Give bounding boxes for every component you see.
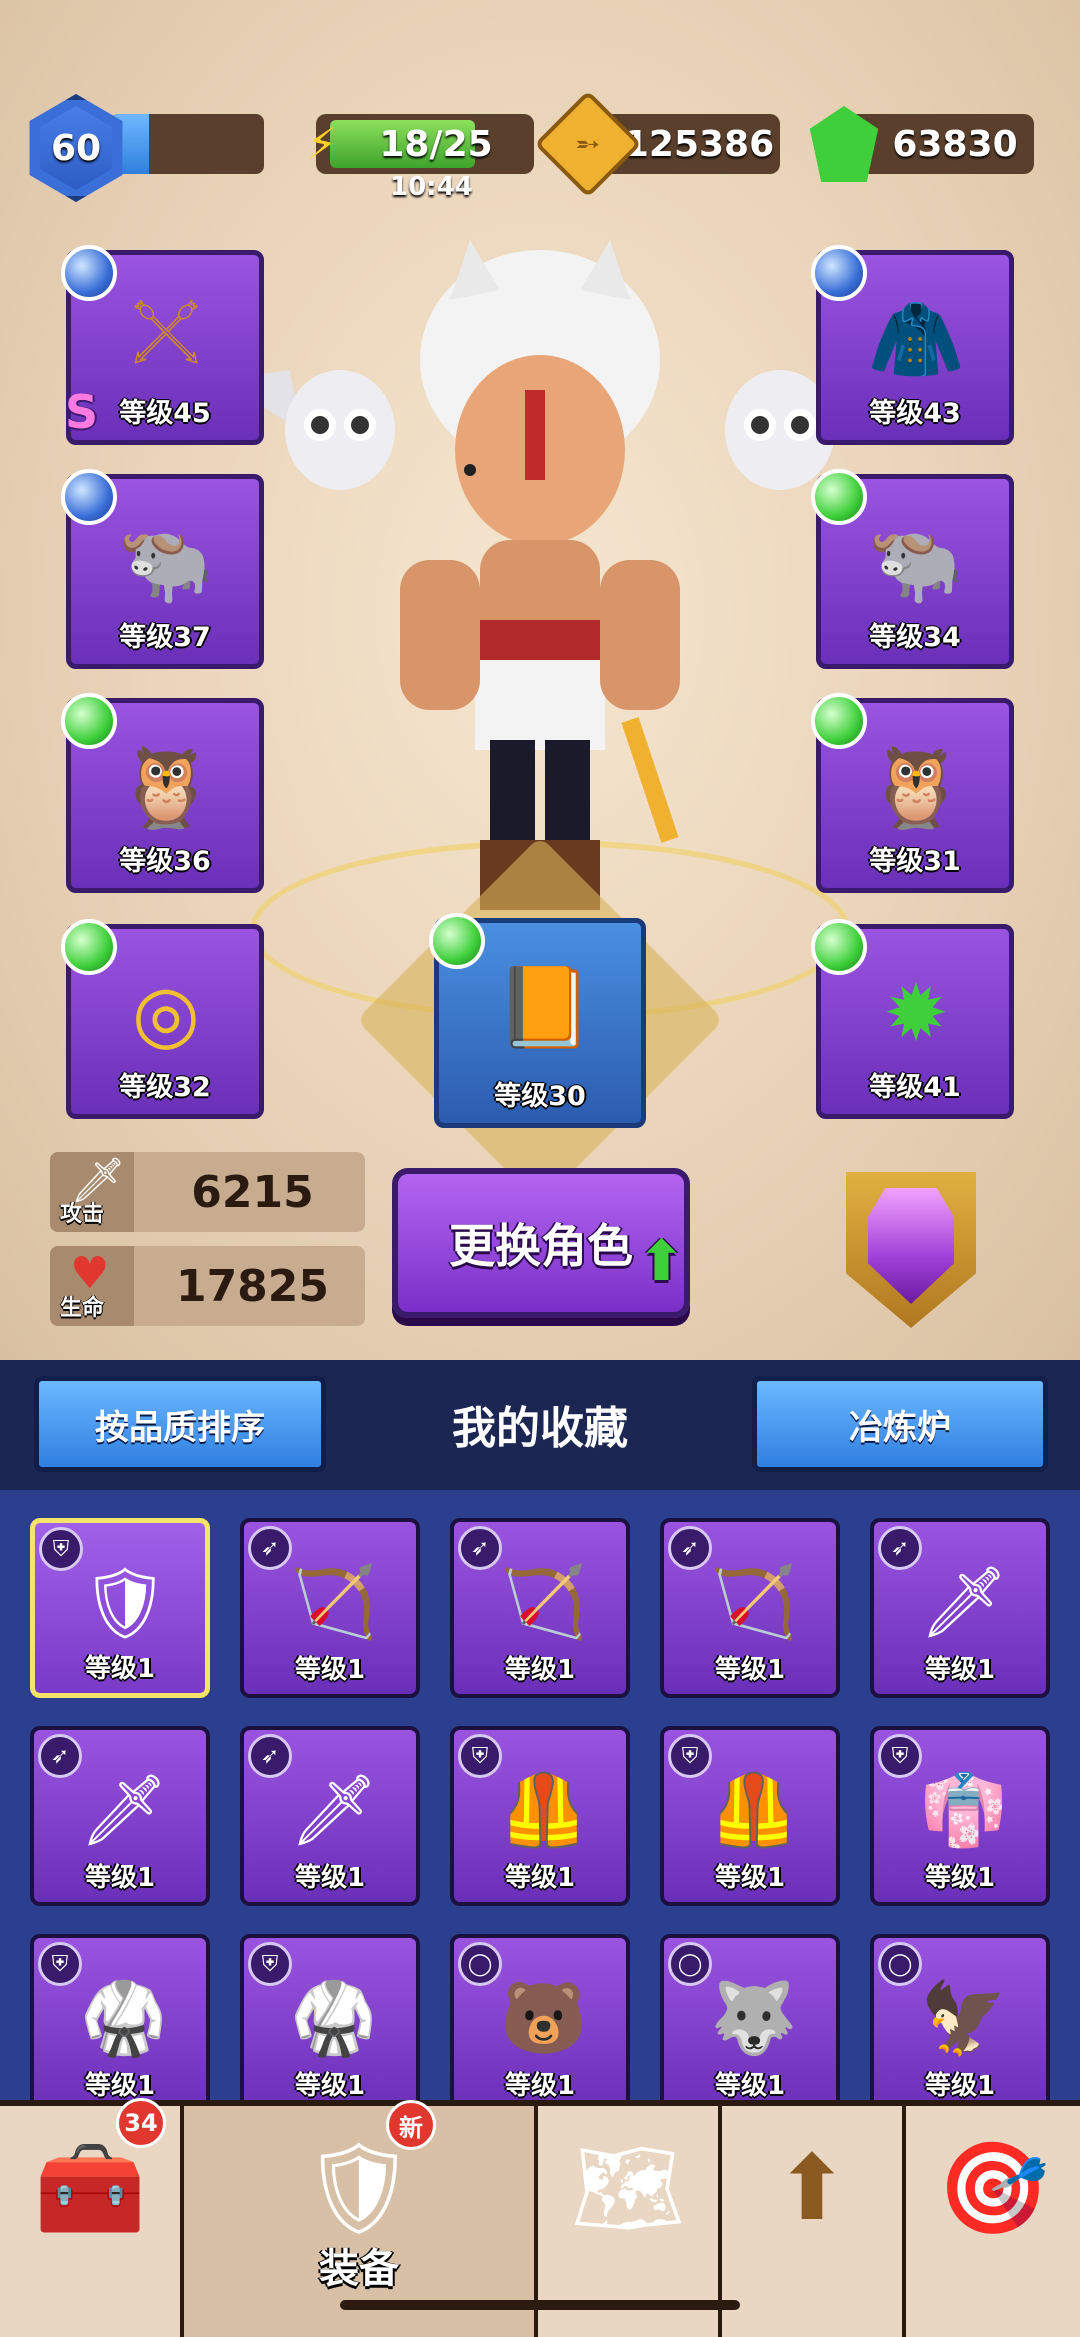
inventory-item[interactable]: ◯ 🐺 等级1 bbox=[660, 1934, 840, 2100]
inventory-item[interactable]: ⛨ 🛡 等级1 bbox=[30, 1518, 210, 1698]
gold-armor-icon: 🦺 bbox=[500, 1768, 588, 1851]
inventory-item[interactable]: ◯ 🦅 等级1 bbox=[870, 1934, 1050, 2100]
dark-armor-icon: 🥋 bbox=[290, 1976, 378, 2059]
item-level: 等级1 bbox=[84, 1654, 156, 1684]
inventory-item[interactable]: ⛨ 🦺 等级1 bbox=[450, 1726, 630, 1906]
item-level: 等级1 bbox=[924, 2071, 996, 2100]
item-level: 等级1 bbox=[504, 1863, 576, 1893]
robe-icon: 👘 bbox=[920, 1768, 1008, 1851]
inventory-item[interactable]: ➶ 🗡 等级1 bbox=[30, 1726, 210, 1906]
item-level: 等级1 bbox=[714, 2071, 786, 2100]
nav-upgrade[interactable]: ⬆ bbox=[722, 2106, 906, 2337]
gold-armor-icon: 🦺 bbox=[710, 1768, 798, 1851]
inventory-item[interactable]: ⛨ 👘 等级1 bbox=[870, 1726, 1050, 1906]
armor-icon: 🛡 bbox=[301, 2136, 417, 2241]
item-level: 等级1 bbox=[294, 1655, 366, 1685]
new-badge: 新 bbox=[386, 2100, 436, 2150]
home-indicator bbox=[340, 2300, 740, 2310]
item-level: 等级1 bbox=[294, 1863, 366, 1893]
sword-icon: 🗡 bbox=[79, 1768, 169, 1851]
inventory-item[interactable]: ⛨ 🥋 等级1 bbox=[30, 1934, 210, 2100]
item-level: 等级1 bbox=[294, 2071, 366, 2100]
nav-equipment-label: 装备 bbox=[319, 2246, 399, 2292]
nav-target[interactable]: 🎯 bbox=[906, 2106, 1080, 2337]
dark-armor-icon: 🥋 bbox=[80, 1976, 168, 2059]
item-level: 等级1 bbox=[504, 2071, 576, 2100]
inventory-grid: ⛨ 🛡 等级1 ➶ 🏹 等级1 ➶ 🏹 等级1 ➶ 🏹 等级1 ➶ 🗡 等级1 ➶ 🗡 等级1 ➶ 🗡 等级1 ⛨ 🦺 等级1… bbox=[0, 0, 1080, 2100]
bow-icon: 🏹 bbox=[290, 1560, 378, 1643]
inventory-item[interactable]: ◯ 🐻 等级1 bbox=[450, 1934, 630, 2100]
inventory-item[interactable]: ➶ 🗡 等级1 bbox=[240, 1726, 420, 1906]
inventory-item[interactable]: ➶ 🏹 等级1 bbox=[450, 1518, 630, 1698]
item-level: 等级1 bbox=[714, 1655, 786, 1685]
sword-icon: 🗡 bbox=[919, 1560, 1009, 1643]
golden-armor-icon: 🛡 bbox=[80, 1561, 170, 1644]
item-level: 等级1 bbox=[84, 2071, 156, 2100]
chest-icon: 🧰 bbox=[33, 2136, 147, 2241]
item-level: 等级1 bbox=[84, 1863, 156, 1893]
upgrade-icon: ⬆ bbox=[774, 2136, 850, 2241]
eagle-ring-icon: 🦅 bbox=[920, 1976, 1008, 2059]
nav-chest[interactable]: 🧰 34 bbox=[0, 2098, 184, 2337]
inventory-item[interactable]: ➶ 🗡 等级1 bbox=[870, 1518, 1050, 1698]
inventory-item[interactable]: ⛨ 🦺 等级1 bbox=[660, 1726, 840, 1906]
inventory-item[interactable]: ⛨ 🥋 等级1 bbox=[240, 1934, 420, 2100]
item-level: 等级1 bbox=[714, 1863, 786, 1893]
chest-badge: 34 bbox=[116, 2098, 166, 2148]
bear-ring-icon: 🐻 bbox=[500, 1976, 588, 2059]
item-level: 等级1 bbox=[924, 1655, 996, 1685]
inventory-item[interactable]: ➶ 🏹 等级1 bbox=[660, 1518, 840, 1698]
inventory-item[interactable]: ➶ 🏹 等级1 bbox=[240, 1518, 420, 1698]
item-level: 等级1 bbox=[924, 1863, 996, 1893]
target-icon: 🎯 bbox=[936, 2136, 1050, 2241]
map-icon: 🗺 bbox=[570, 2136, 686, 2241]
sword-icon: 🗡 bbox=[289, 1768, 379, 1851]
bow-icon: 🏹 bbox=[710, 1560, 798, 1643]
item-level: 等级1 bbox=[504, 1655, 576, 1685]
wolf-ring-icon: 🐺 bbox=[710, 1976, 798, 2059]
bow-icon: 🏹 bbox=[500, 1560, 588, 1643]
